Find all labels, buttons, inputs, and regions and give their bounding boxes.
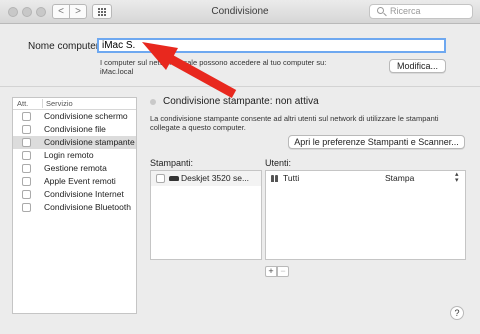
- help-button[interactable]: ?: [450, 306, 464, 320]
- user-row[interactable]: Tutti Stampa ▴ ▾: [266, 171, 465, 186]
- divider: [0, 86, 480, 87]
- computer-name-label: Nome computer:: [28, 41, 102, 52]
- service-label: Gestione remota: [44, 163, 107, 173]
- service-label: Condivisione schermo: [44, 111, 128, 121]
- printer-row[interactable]: Deskjet 3520 se...: [151, 171, 261, 186]
- search-field[interactable]: Ricerca: [369, 4, 473, 19]
- service-checkbox[interactable]: [22, 164, 31, 173]
- open-printer-prefs-button[interactable]: Apri le preferenze Stampanti e Scanner..…: [288, 135, 465, 149]
- remove-user-button[interactable]: −: [277, 266, 289, 277]
- status-indicator-icon: [150, 99, 156, 105]
- add-user-button[interactable]: +: [265, 266, 277, 277]
- service-label: Condivisione stampante: [44, 137, 135, 147]
- service-checkbox[interactable]: [22, 203, 31, 212]
- service-row[interactable]: Apple Event remoti: [13, 175, 136, 188]
- search-icon: [377, 7, 384, 14]
- service-label: Condivisione Bluetooth: [44, 202, 131, 212]
- permission-popup-icon[interactable]: ▴ ▾: [455, 171, 459, 184]
- column-header-service[interactable]: Servizio: [42, 99, 73, 108]
- printer-icon: [169, 176, 179, 181]
- service-row[interactable]: Condivisione Internet: [13, 188, 136, 201]
- service-checkbox[interactable]: [22, 151, 31, 160]
- printer-name: Deskjet 3520 se...: [181, 173, 250, 183]
- service-row[interactable]: Condivisione Bluetooth: [13, 201, 136, 214]
- user-permission[interactable]: Stampa: [385, 171, 414, 186]
- search-placeholder: Ricerca: [390, 6, 421, 16]
- users-label: Utenti:: [265, 158, 292, 168]
- users-list: Tutti Stampa ▴ ▾: [265, 170, 466, 260]
- service-row-selected[interactable]: Condivisione stampante: [13, 136, 136, 149]
- network-info-text: I computer sul network locale possono ac…: [100, 58, 327, 67]
- local-hostname: iMac.local: [100, 67, 134, 76]
- printers-label: Stampanti:: [150, 158, 194, 168]
- service-row[interactable]: Gestione remota: [13, 162, 136, 175]
- user-name: Tutti: [283, 173, 300, 183]
- edit-hostname-button[interactable]: Modifica...: [389, 59, 446, 73]
- service-checkbox[interactable]: [22, 190, 31, 199]
- title-bar: < > Condivisione Ricerca: [0, 0, 480, 24]
- service-checkbox[interactable]: [22, 177, 31, 186]
- computer-name-input[interactable]: [97, 38, 446, 53]
- service-row[interactable]: Condivisione schermo: [13, 110, 136, 123]
- service-row[interactable]: Condivisione file: [13, 123, 136, 136]
- service-label: Condivisione file: [44, 124, 106, 134]
- services-list: Att. Servizio Condivisione schermo Condi…: [12, 97, 137, 314]
- printers-list: Deskjet 3520 se...: [150, 170, 262, 260]
- service-checkbox[interactable]: [22, 125, 31, 134]
- services-header: Att. Servizio: [13, 98, 136, 110]
- service-description-cont: collegate a questo computer.: [150, 123, 246, 132]
- service-description: La condivisione stampante consente ad al…: [150, 114, 439, 123]
- service-status-title: Condivisione stampante: non attiva: [163, 96, 319, 107]
- service-checkbox[interactable]: [22, 112, 31, 121]
- service-label: Condivisione Internet: [44, 189, 124, 199]
- group-icon: [271, 175, 279, 182]
- printer-checkbox[interactable]: [156, 174, 165, 183]
- service-label: Login remoto: [44, 150, 94, 160]
- service-row[interactable]: Login remoto: [13, 149, 136, 162]
- service-checkbox[interactable]: [22, 138, 31, 147]
- service-label: Apple Event remoti: [44, 176, 116, 186]
- column-header-on[interactable]: Att.: [17, 99, 28, 108]
